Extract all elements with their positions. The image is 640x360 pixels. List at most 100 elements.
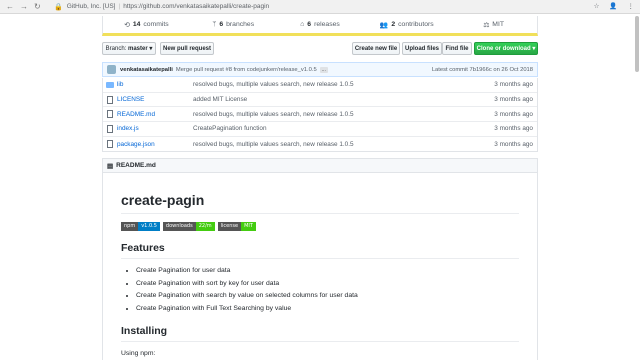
commits-count: 14 bbox=[132, 21, 141, 28]
history-icon: ⟲ bbox=[124, 21, 130, 29]
list-item: Create Pagination with search by value o… bbox=[136, 290, 519, 303]
address-bar[interactable]: https://github.com/venkatasaikatepalli/c… bbox=[123, 3, 269, 10]
file-name-link[interactable]: lib bbox=[117, 81, 193, 88]
commits-label: commits bbox=[143, 21, 169, 28]
license-badge[interactable]: license MIT bbox=[217, 222, 256, 231]
installing-heading: Installing bbox=[121, 325, 519, 342]
file-name-link[interactable]: README.md bbox=[117, 111, 193, 118]
npm-badge[interactable]: npm v1.0.5 bbox=[121, 222, 160, 231]
file-age: 3 months ago bbox=[494, 96, 533, 104]
clone-download-button[interactable]: Clone or download ▾ bbox=[474, 42, 538, 55]
latest-commit-bar: venkatasaikatepalli Merge pull request #… bbox=[102, 62, 538, 77]
list-item: Create Pagination for user data bbox=[136, 265, 519, 278]
file-age: 3 months ago bbox=[494, 81, 533, 89]
file-age: 3 months ago bbox=[494, 125, 533, 133]
commits-link[interactable]: ⟲ 14 commits bbox=[103, 21, 190, 29]
badge-value: 22/m bbox=[195, 222, 215, 231]
file-commit-message[interactable]: resolved bugs, multiple values search, n… bbox=[193, 141, 467, 148]
readme-panel: ▤ README.md create-pagin npm v1.0.5 down… bbox=[102, 158, 538, 360]
contributors-label: contributors bbox=[398, 21, 434, 28]
releases-label: releases bbox=[314, 21, 340, 28]
file-icon bbox=[103, 140, 117, 149]
contributors-link[interactable]: 👥 2 contributors bbox=[363, 21, 450, 29]
table-row: package.json resolved bugs, multiple val… bbox=[103, 137, 537, 152]
using-npm-text: Using npm: bbox=[121, 350, 156, 357]
file-list: lib resolved bugs, multiple values searc… bbox=[102, 78, 538, 153]
commit-message[interactable]: Merge pull request #8 from codejunkerr/r… bbox=[176, 67, 317, 73]
badge-row: npm v1.0.5 downloads 22/m license MIT bbox=[121, 222, 519, 232]
file-name-link[interactable]: LICENSE bbox=[117, 96, 193, 103]
file-name-link[interactable]: package.json bbox=[117, 141, 193, 148]
branches-link[interactable]: ᛘ 6 branches bbox=[190, 21, 277, 28]
browser-actions: ☆ 👤 ⋮ bbox=[594, 0, 634, 14]
caret-down-icon: ▾ bbox=[532, 46, 536, 52]
file-icon bbox=[103, 110, 117, 119]
people-icon: 👥 bbox=[379, 21, 389, 29]
readme-filename: README.md bbox=[116, 162, 156, 169]
releases-link[interactable]: ⌂ 6 releases bbox=[277, 21, 364, 28]
branch-icon: ᛘ bbox=[212, 21, 217, 28]
create-new-file-button[interactable]: Create new file bbox=[352, 42, 400, 55]
caret-down-icon: ▾ bbox=[149, 46, 153, 52]
readme-body: create-pagin npm v1.0.5 downloads 22/m l… bbox=[103, 192, 537, 357]
page-scrollbar[interactable] bbox=[635, 16, 639, 72]
upload-files-button[interactable]: Upload files bbox=[402, 42, 442, 55]
back-icon[interactable]: ← bbox=[6, 0, 14, 14]
file-age: 3 months ago bbox=[494, 110, 533, 118]
branch-select-button[interactable]: Branch: master ▾ bbox=[102, 42, 156, 55]
table-row: README.md resolved bugs, multiple values… bbox=[103, 107, 537, 123]
expand-commit-button[interactable]: ... bbox=[319, 66, 328, 73]
commit-author[interactable]: venkatasaikatepalli bbox=[120, 67, 173, 73]
badge-label: npm bbox=[121, 222, 139, 231]
branch-name: master bbox=[128, 45, 148, 52]
browser-toolbar: ← → ↻ 🔒 GitHub, Inc. [US] | https://gith… bbox=[0, 0, 640, 14]
url-separator: | bbox=[118, 3, 121, 10]
forward-icon[interactable]: → bbox=[20, 0, 28, 14]
menu-icon[interactable]: ⋮ bbox=[628, 0, 635, 14]
badge-value: MIT bbox=[241, 222, 256, 231]
badge-value: v1.0.5 bbox=[138, 222, 160, 231]
reload-icon[interactable]: ↻ bbox=[34, 0, 41, 14]
file-toolbar: Branch: master ▾ New pull request Create… bbox=[102, 42, 538, 56]
new-pull-request-button[interactable]: New pull request bbox=[160, 42, 214, 55]
browser-nav: ← → ↻ bbox=[6, 0, 48, 14]
user-icon[interactable]: 👤 bbox=[609, 0, 617, 14]
features-heading: Features bbox=[121, 242, 519, 259]
readme-title: create-pagin bbox=[121, 192, 519, 214]
list-item: Create Pagination with sort by key for u… bbox=[136, 278, 519, 291]
badge-label: downloads bbox=[162, 222, 196, 231]
law-icon: ⚖ bbox=[483, 21, 490, 29]
features-list: Create Pagination for user data Create P… bbox=[121, 265, 519, 315]
contributors-count: 2 bbox=[391, 21, 396, 28]
find-file-button[interactable]: Find file bbox=[442, 42, 472, 55]
table-row: LICENSE added MIT License 3 months ago bbox=[103, 93, 537, 108]
downloads-badge[interactable]: downloads 22/m bbox=[162, 222, 215, 231]
site-origin: GitHub, Inc. [US] bbox=[66, 3, 116, 10]
branches-label: branches bbox=[226, 21, 255, 28]
file-icon bbox=[103, 95, 117, 104]
clone-download-label: Clone or download bbox=[476, 45, 531, 52]
latest-commit[interactable]: Latest commit 7b1966c on 26 Oct 2018 bbox=[432, 67, 533, 73]
tag-icon: ⌂ bbox=[300, 21, 305, 28]
file-commit-message[interactable]: resolved bugs, multiple values search, n… bbox=[193, 81, 467, 88]
bookmark-icon[interactable]: ☆ bbox=[594, 0, 600, 14]
file-commit-message[interactable]: resolved bugs, multiple values search, n… bbox=[193, 111, 467, 118]
badge-label: license bbox=[217, 222, 242, 231]
file-name-link[interactable]: index.js bbox=[117, 125, 193, 132]
repo-summary: ⟲ 14 commits ᛘ 6 branches ⌂ 6 releases 👥… bbox=[102, 16, 538, 36]
license-link[interactable]: ⚖ MIT bbox=[450, 21, 537, 29]
file-age: 3 months ago bbox=[494, 140, 533, 148]
releases-count: 6 bbox=[307, 21, 312, 28]
file-icon bbox=[103, 124, 117, 133]
folder-icon bbox=[103, 81, 117, 88]
avatar[interactable] bbox=[107, 65, 116, 74]
table-row: lib resolved bugs, multiple values searc… bbox=[103, 78, 537, 93]
lock-icon: 🔒 bbox=[54, 3, 63, 11]
branch-prefix: Branch: bbox=[105, 45, 127, 52]
table-row: index.js CreatePagination function 3 mon… bbox=[103, 122, 537, 137]
file-commit-message[interactable]: added MIT License bbox=[193, 96, 467, 103]
branches-count: 6 bbox=[219, 21, 224, 28]
file-commit-message[interactable]: CreatePagination function bbox=[193, 125, 467, 132]
list-item: Create Pagination with Full Text Searchi… bbox=[136, 303, 519, 316]
license-label: MIT bbox=[492, 21, 504, 28]
